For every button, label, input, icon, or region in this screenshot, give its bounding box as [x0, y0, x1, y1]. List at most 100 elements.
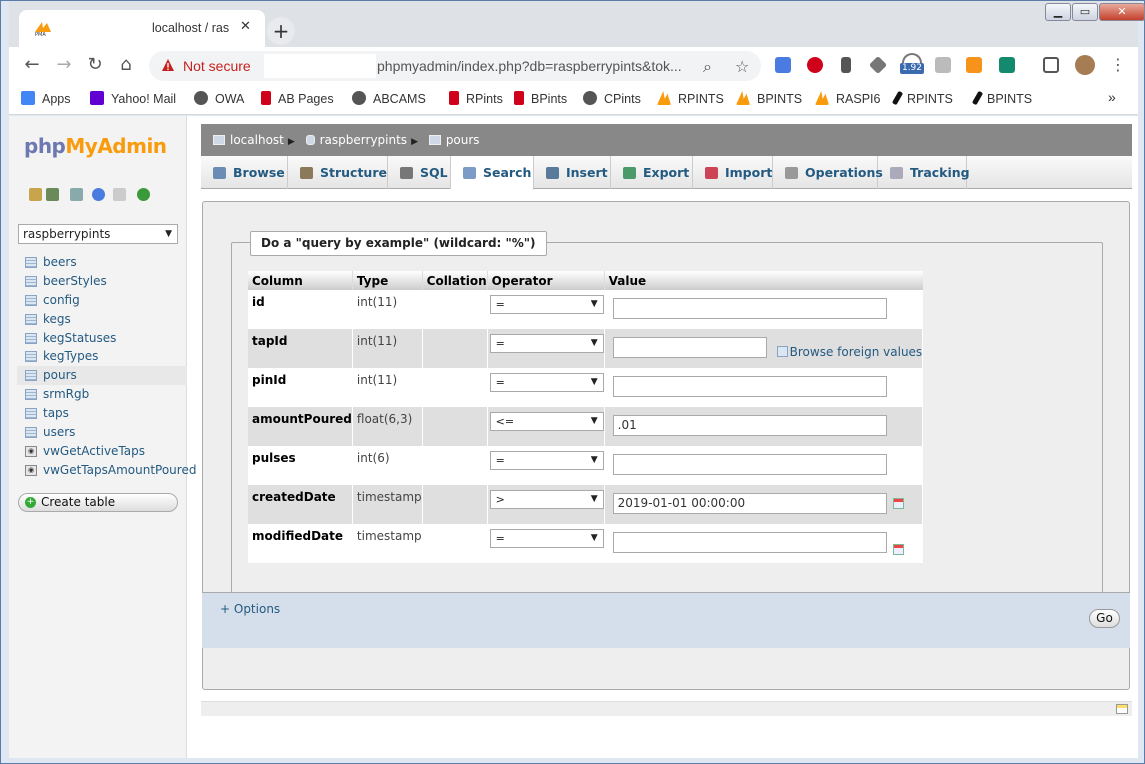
phpmyadmin-logo[interactable]: phpMyAdmin	[24, 134, 167, 158]
table-icon[interactable]	[25, 389, 37, 401]
table-item-beers[interactable]: beers	[23, 253, 187, 272]
bookmarks-more-icon[interactable]: »	[1108, 89, 1116, 105]
bookmark-1[interactable]: Yahoo! Mail	[90, 91, 176, 106]
value-input[interactable]: 2019-01-01 00:00:00	[612, 493, 887, 514]
security-label[interactable]: Not secure	[183, 58, 251, 74]
bookmark-0[interactable]: Apps	[21, 91, 71, 106]
create-table-button[interactable]: + Create table	[18, 493, 178, 512]
back-icon[interactable]: ←	[21, 55, 43, 77]
drive-icon[interactable]	[868, 55, 888, 75]
tab-structure[interactable]: Structure	[288, 156, 388, 189]
bookmark-12[interactable]: BPINTS	[971, 90, 1032, 106]
value-input[interactable]	[612, 298, 887, 319]
tab-sql[interactable]: SQL	[388, 156, 451, 189]
zoom-icon[interactable]: ⌕	[703, 57, 712, 77]
table-item-beerStyles[interactable]: beerStyles	[23, 272, 187, 291]
table-item-kegStatuses[interactable]: kegStatuses	[23, 329, 187, 348]
bookmark-icon[interactable]	[841, 57, 851, 73]
browser-tab[interactable]: PMA localhost / ras ✕	[19, 10, 265, 47]
new-tab-button[interactable]: +	[267, 17, 295, 45]
bookmark-3[interactable]: AB Pages	[261, 91, 334, 106]
tab-tracking[interactable]: Tracking	[878, 156, 970, 189]
cast-icon[interactable]	[1043, 57, 1059, 73]
tab-export[interactable]: Export	[611, 156, 693, 189]
logout-icon[interactable]	[46, 188, 59, 201]
tab-import[interactable]: Import	[693, 156, 773, 189]
tab-close-icon[interactable]: ✕	[240, 19, 251, 34]
operator-select[interactable]: > ▼	[489, 490, 604, 509]
maximize-button[interactable]: ▭	[1072, 3, 1098, 21]
value-input[interactable]: .01	[612, 415, 887, 436]
bookmark-5[interactable]: RPints	[449, 91, 503, 106]
translate-icon[interactable]	[775, 57, 791, 73]
menu-icon[interactable]: ⋮	[1107, 55, 1129, 77]
table-icon[interactable]	[25, 275, 37, 287]
operator-select[interactable]: = ▼	[489, 295, 604, 314]
breadcrumb-server[interactable]: localhost	[230, 133, 284, 147]
minimize-button[interactable]: ▁	[1045, 3, 1071, 21]
bookmark-7[interactable]: CPints	[583, 91, 641, 106]
table-item-srmRgb[interactable]: srmRgb	[23, 385, 187, 404]
bookmark-11[interactable]: RPINTS	[891, 90, 953, 106]
rss-icon[interactable]	[966, 57, 982, 73]
value-input[interactable]	[612, 454, 887, 475]
tab-browse[interactable]: Browse	[201, 156, 288, 189]
home-icon[interactable]: ⌂	[115, 55, 137, 77]
home-icon[interactable]	[29, 188, 42, 201]
browse-foreign-link[interactable]: Browse foreign values	[776, 345, 922, 359]
robin-icon[interactable]	[935, 57, 951, 73]
view-icon[interactable]: ◉	[25, 464, 37, 476]
table-icon[interactable]	[25, 408, 37, 420]
sql-docs-icon[interactable]	[113, 188, 126, 201]
go-button[interactable]: Go	[1089, 609, 1120, 628]
docs-icon[interactable]	[92, 188, 105, 201]
stop-icon[interactable]	[807, 57, 823, 73]
bookmark-4[interactable]: ABCAMS	[352, 91, 426, 106]
view-icon[interactable]: ◉	[25, 445, 37, 457]
script-icon[interactable]	[999, 57, 1015, 73]
breadcrumb-database[interactable]: raspberrypints	[320, 133, 407, 147]
close-window-button[interactable]: ✕	[1099, 3, 1145, 21]
tab-operations[interactable]: Operations	[773, 156, 883, 189]
table-item-kegs[interactable]: kegs	[23, 310, 187, 329]
tab-search[interactable]: Search	[451, 156, 534, 190]
console-icon[interactable]	[1116, 704, 1128, 714]
operator-select[interactable]: = ▼	[489, 334, 604, 353]
value-input[interactable]	[612, 376, 887, 397]
value-input[interactable]	[612, 532, 887, 553]
forward-icon[interactable]: →	[53, 55, 75, 77]
star-icon[interactable]: ☆	[735, 57, 749, 76]
query-window-icon[interactable]	[70, 188, 83, 201]
reload-icon[interactable]: ↻	[84, 55, 106, 77]
breadcrumb-table[interactable]: pours	[446, 133, 480, 147]
table-item-vwGetActiveTaps[interactable]: ◉ vwGetActiveTaps	[23, 442, 187, 461]
table-icon[interactable]	[25, 332, 37, 344]
table-item-vwGetTapsAmountPoured[interactable]: ◉ vwGetTapsAmountPoured	[23, 461, 196, 480]
bookmark-10[interactable]: RASPI6	[815, 91, 880, 106]
bookmark-9[interactable]: BPINTS	[736, 91, 802, 106]
value-input[interactable]	[612, 337, 767, 358]
table-icon[interactable]	[25, 257, 37, 268]
table-icon[interactable]	[25, 427, 37, 439]
calendar-icon[interactable]	[892, 498, 904, 509]
operator-select[interactable]: = ▼	[489, 451, 604, 470]
reload-nav-icon[interactable]	[137, 188, 150, 201]
table-icon[interactable]	[25, 351, 37, 363]
operator-select[interactable]: <= ▼	[489, 412, 604, 431]
table-item-config[interactable]: config	[23, 291, 187, 310]
bookmark-2[interactable]: OWA	[194, 91, 244, 106]
tab-insert[interactable]: Insert	[534, 156, 611, 189]
bookmark-6[interactable]: BPints	[514, 91, 567, 106]
calendar-icon[interactable]	[892, 544, 904, 555]
table-item-pours[interactable]: pours	[17, 366, 187, 386]
profile-icon[interactable]	[1075, 55, 1095, 75]
table-icon[interactable]	[25, 370, 37, 382]
database-select[interactable]: raspberrypints ▼	[18, 224, 178, 244]
address-bar[interactable]: Not secure phpmyadmin/index.php?db=raspb…	[149, 51, 761, 81]
operator-select[interactable]: = ▼	[489, 373, 604, 392]
table-item-kegTypes[interactable]: kegTypes	[23, 347, 187, 366]
bookmark-8[interactable]: RPINTS	[657, 91, 724, 106]
options-link[interactable]: + Options	[220, 602, 280, 616]
table-icon[interactable]	[25, 294, 37, 306]
table-item-users[interactable]: users	[23, 423, 187, 442]
